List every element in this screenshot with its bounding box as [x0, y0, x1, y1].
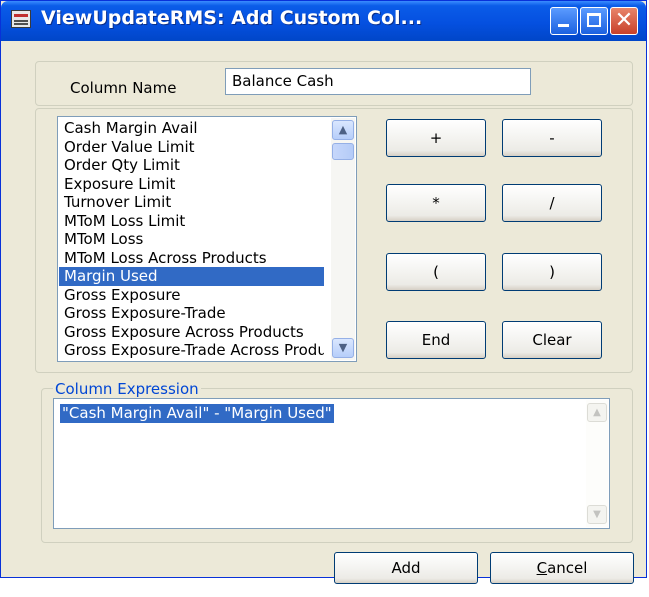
expression-textarea[interactable]: "Cash Margin Avail" - "Margin Used" ▲ ▼: [53, 398, 610, 529]
expression-scrollbar[interactable]: ▲ ▼: [586, 400, 608, 527]
list-item[interactable]: Margin Used: [59, 267, 324, 286]
list-item[interactable]: Turnover Limit: [59, 193, 324, 212]
list-item[interactable]: Cash Margin Avail: [59, 119, 324, 138]
list-item[interactable]: MToM Loss: [59, 230, 324, 249]
cancel-label: ancel: [547, 559, 588, 577]
add-button[interactable]: Add: [334, 552, 478, 584]
maximize-button[interactable]: [580, 7, 608, 35]
maximize-icon: [587, 13, 601, 27]
expression-legend: Column Expression: [53, 380, 201, 398]
scroll-up-arrow-icon[interactable]: ▲: [332, 120, 354, 140]
cancel-mnemonic: C: [536, 559, 548, 577]
divide-button[interactable]: /: [502, 184, 602, 222]
column-name-input[interactable]: Balance Cash: [225, 68, 531, 95]
expression-scroll-up-icon[interactable]: ▲: [587, 403, 607, 422]
expression-scroll-down-icon[interactable]: ▼: [587, 505, 607, 524]
scroll-down-arrow-icon[interactable]: ▼: [332, 338, 354, 358]
title-bar[interactable]: ViewUpdateRMS: Add Custom Col... ✕: [1, 1, 646, 41]
dialog-window: ViewUpdateRMS: Add Custom Col... ✕ Colum…: [0, 0, 647, 584]
minus-button[interactable]: -: [502, 119, 602, 157]
list-item[interactable]: Gross Exposure: [59, 286, 324, 305]
column-name-label: Column Name: [70, 79, 177, 97]
field-listbox[interactable]: Cash Margin Avail Order Value Limit Order …: [57, 116, 357, 362]
list-item[interactable]: Gross Exposure-Trade: [59, 304, 324, 323]
close-icon: ✕: [614, 8, 634, 33]
cancel-button[interactable]: Cancel: [490, 552, 634, 584]
minimize-icon: [558, 24, 569, 27]
list-item[interactable]: MToM Loss Limit: [59, 212, 324, 231]
close-paren-button[interactable]: ): [502, 253, 602, 291]
field-list-scrollbar[interactable]: ▲ ▼: [331, 118, 355, 360]
list-item[interactable]: Order Qty Limit: [59, 156, 324, 175]
list-item[interactable]: Exposure Limit: [59, 175, 324, 194]
list-item[interactable]: MToM Loss Across Products: [59, 249, 324, 268]
multiply-button[interactable]: *: [386, 184, 486, 222]
close-button[interactable]: ✕: [610, 7, 638, 35]
window-title: ViewUpdateRMS: Add Custom Col...: [41, 7, 423, 29]
scroll-thumb[interactable]: [332, 143, 354, 160]
list-item[interactable]: Gross Exposure Across Products: [59, 323, 324, 342]
plus-button[interactable]: +: [386, 119, 486, 157]
list-item[interactable]: Gross Exposure-Trade Across Products: [59, 341, 324, 360]
field-list-items: Cash Margin Avail Order Value Limit Order …: [59, 119, 324, 360]
expression-text: "Cash Margin Avail" - "Margin Used": [60, 404, 334, 423]
end-button[interactable]: End: [386, 321, 486, 359]
clear-button[interactable]: Clear: [502, 321, 602, 359]
open-paren-button[interactable]: (: [386, 253, 486, 291]
app-icon[interactable]: [11, 10, 31, 28]
minimize-button[interactable]: [550, 7, 578, 35]
list-item[interactable]: Order Value Limit: [59, 138, 324, 157]
